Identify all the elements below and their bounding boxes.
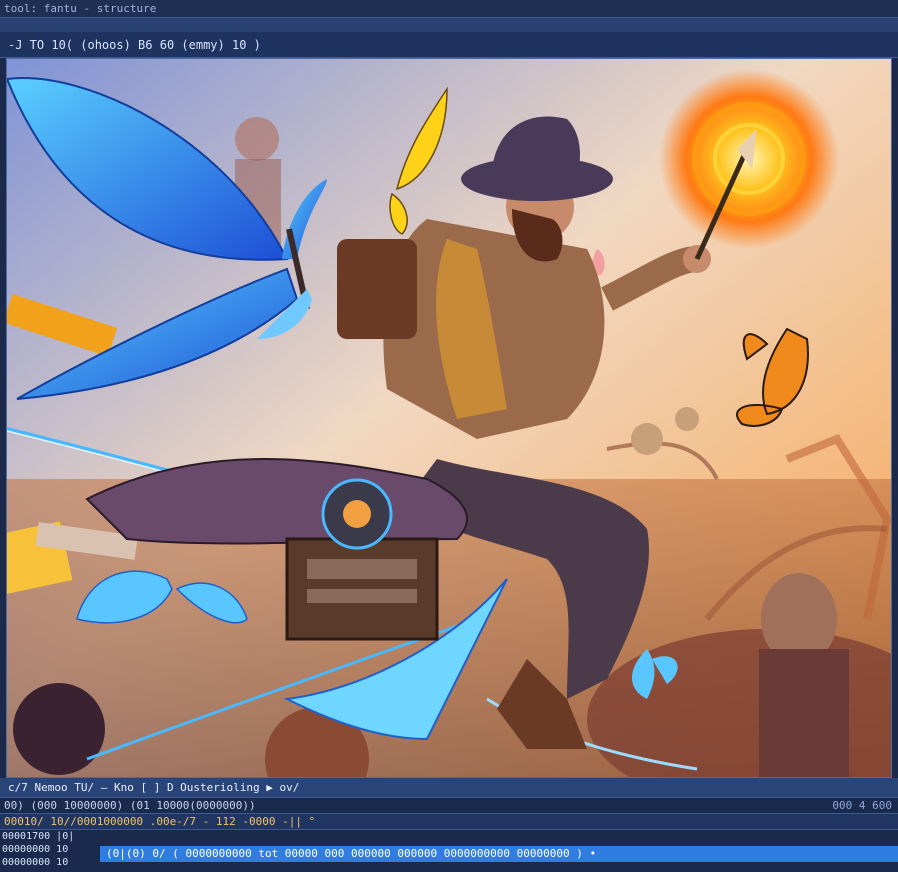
line-number: 00000000 10 [2,857,69,868]
title-bar: tool: fantu - structure [0,0,898,18]
status-row1[interactable]: c/7 Nemoo TU/ — Kno [ ] D Ousterioling ▶… [8,781,299,794]
command-area: 00001700 |0| 00000000 10 00000000 10 (0|… [0,830,898,872]
toolbar: -J TO 10( (ohoos) B6 60 (emmy) 10 ) [0,32,898,58]
toolbar-text[interactable]: -J TO 10( (ohoos) B6 60 (emmy) 10 ) [8,38,261,52]
image-canvas[interactable] [6,58,892,778]
window-title: tool: fantu - structure [4,2,157,15]
status-row3: 00010/ 10//0001000000 .00e-/7 - 112 -000… [4,815,316,828]
line-number: 00001700 |0| [2,831,75,842]
backpack [337,239,417,339]
status-bar-tertiary: 00010/ 10//0001000000 .00e-/7 - 112 -000… [0,814,898,830]
tab-strip [0,18,898,33]
fantasy-illustration [7,59,891,777]
status-row2: 00) (000 10000000) (01 10000(0000000)) [4,799,256,812]
status-bar-secondary: 00) (000 10000000) (01 10000(0000000)) 0… [0,798,898,814]
command-line[interactable]: (0|(0) 0/ ( 0000000000 tot 00000 000 000… [100,846,898,862]
line-numbers: 00001700 |0| 00000000 10 00000000 10 [0,830,100,869]
status-row2-right: 000 4 600 [832,799,892,812]
line-number: 00000000 10 [2,844,69,855]
status-bar-primary: c/7 Nemoo TU/ — Kno [ ] D Ousterioling ▶… [0,778,898,798]
